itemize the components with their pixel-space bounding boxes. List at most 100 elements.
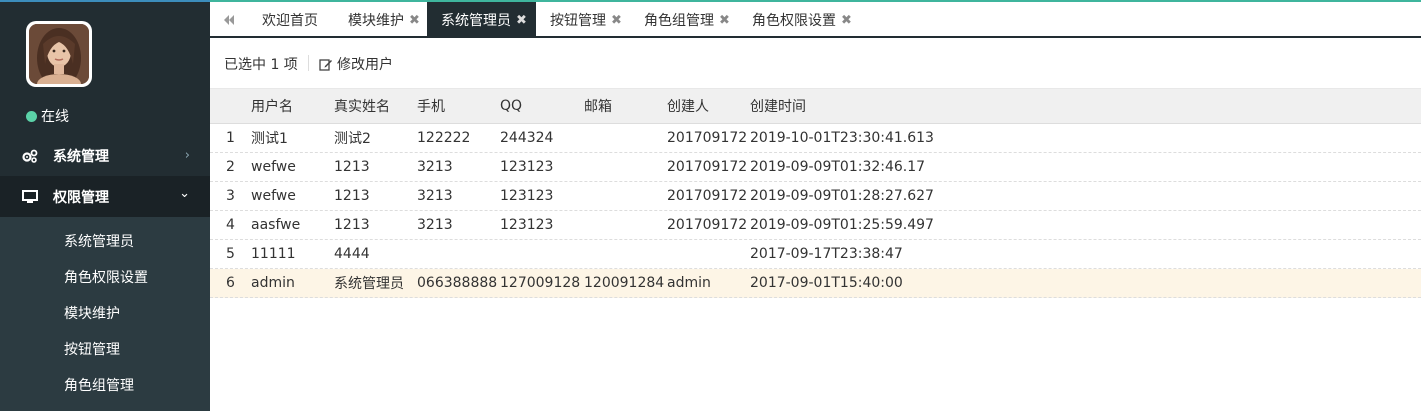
username-cell: wefwe	[251, 188, 296, 204]
tab-label: 模块维护	[348, 13, 404, 29]
creator-cell	[667, 240, 747, 268]
realname-cell: 1213	[334, 188, 370, 204]
created-time-cell: 2019-09-09T01:28:27.627	[750, 188, 934, 204]
phone-cell: 3213	[417, 188, 453, 204]
table-row[interactable]: 4 aasfwe 1213 3213 123123 20170917232019-09-0…	[210, 211, 1421, 240]
header-qq[interactable]: QQ	[500, 89, 580, 123]
phone-cell: 122222	[417, 130, 471, 146]
email-cell	[584, 153, 664, 181]
qq-cell	[500, 240, 580, 268]
table-row[interactable]: 1 测试1 测试2 122222 244324 20170917232019-10-01T…	[210, 124, 1421, 153]
submenu-item-role-group[interactable]: 角色组管理	[64, 375, 134, 395]
username-cell: aasfwe	[251, 217, 301, 233]
header-realname[interactable]: 真实姓名	[334, 89, 414, 123]
tab-system-admin[interactable]: 系统管理员 ✖	[427, 2, 536, 38]
username-cell: 测试1	[251, 131, 288, 147]
edit-icon	[319, 58, 332, 71]
qq-cell: 123123	[500, 159, 554, 175]
tab-label: 角色权限设置	[752, 13, 836, 29]
online-status-label: 在线	[41, 109, 69, 125]
chevron-down-icon: ⌄	[179, 186, 190, 201]
created-time-cell: 2017-09-17T23:38:47	[750, 246, 903, 262]
realname-cell: 4444	[334, 246, 370, 262]
users-table: 用户名 真实姓名 手机 QQ 邮箱 创建人 创建时间 1 测试1 测试2 122222…	[210, 89, 1421, 298]
username-cell: wefwe	[251, 159, 296, 175]
table-row[interactable]: 5 11111 4444 2017-09-17T23:38:47	[210, 240, 1421, 269]
sidebar: 在线 系统管理 › 权限管理 ⌄ 系统管理员 角色权限设置 模块维护 按钮管理 …	[0, 0, 210, 411]
submenu-item-system-admin[interactable]: 系统管理员	[64, 231, 134, 251]
qq-cell: 244324	[500, 130, 554, 146]
selection-count: 已选中 1 项	[224, 57, 298, 73]
user-portrait-icon	[29, 24, 89, 84]
email-cell	[584, 240, 664, 268]
avatar[interactable]	[26, 21, 92, 87]
creator-cell: 2017091723	[667, 130, 747, 146]
close-icon[interactable]: ✖	[841, 13, 852, 28]
nav-permission-management[interactable]: 权限管理 ⌄	[0, 176, 210, 217]
created-time-cell: 2019-09-09T01:25:59.497	[750, 217, 934, 233]
username-cell: 11111	[251, 246, 296, 262]
username-cell: admin	[251, 275, 295, 291]
phone-cell: 0663888888	[417, 275, 497, 291]
tab-role-group[interactable]: 角色组管理 ✖	[634, 2, 736, 38]
row-index: 5	[226, 246, 235, 262]
table-row[interactable]: 3 wefwe 1213 3213 123123 20170917232019-09-09…	[210, 182, 1421, 211]
table-header: 用户名 真实姓名 手机 QQ 邮箱 创建人 创建时间	[210, 89, 1421, 124]
row-index: 1	[226, 130, 235, 146]
tab-welcome[interactable]: 欢迎首页	[251, 2, 333, 38]
nav-system-management-label: 系统管理	[53, 148, 109, 165]
created-time-cell: 2019-10-01T23:30:41.613	[750, 130, 934, 146]
close-icon[interactable]: ✖	[611, 13, 622, 28]
table-row[interactable]: 2 wefwe 1213 3213 123123 20170917232019-09-09…	[210, 153, 1421, 182]
close-icon[interactable]: ✖	[516, 13, 527, 28]
created-time-cell: 2017-09-01T15:40:00	[750, 275, 903, 291]
created-time-cell: 2019-09-09T01:32:46.17	[750, 159, 926, 175]
permission-submenu: 系统管理员 角色权限设置 模块维护 按钮管理 角色组管理	[0, 217, 210, 411]
header-creator[interactable]: 创建人	[667, 89, 747, 123]
creator-cell: 2017091723	[667, 188, 747, 204]
chevron-right-icon: ›	[184, 148, 190, 163]
email-cell	[584, 124, 664, 152]
tab-bar: 欢迎首页 模块维护 ✖ 系统管理员 ✖ 按钮管理 ✖ 角色组管理 ✖ 角色权限设…	[210, 0, 1421, 38]
tab-label: 系统管理员	[441, 13, 511, 29]
qq-cell: 123123	[500, 217, 554, 233]
close-icon[interactable]: ✖	[409, 13, 420, 28]
toolbar-divider	[308, 55, 309, 71]
table-row[interactable]: 6 admin 系统管理员 06638888881270091284120091284…	[210, 269, 1421, 298]
tab-button-management[interactable]: 按钮管理 ✖	[540, 2, 632, 38]
header-created-time[interactable]: 创建时间	[750, 89, 1000, 123]
close-icon[interactable]: ✖	[719, 13, 730, 28]
user-photo	[29, 24, 89, 84]
tab-role-permission[interactable]: 角色权限设置 ✖	[742, 2, 862, 38]
header-phone[interactable]: 手机	[417, 89, 497, 123]
tab-scroll-left-button[interactable]	[210, 2, 248, 38]
email-cell	[584, 182, 664, 210]
row-index: 6	[226, 275, 235, 291]
tab-module-maintenance[interactable]: 模块维护 ✖	[337, 2, 429, 38]
row-index: 4	[226, 217, 235, 233]
realname-cell: 测试2	[334, 131, 371, 147]
email-cell	[584, 211, 664, 239]
phone-cell: 3213	[417, 159, 453, 175]
submenu-item-module-maintenance[interactable]: 模块维护	[64, 303, 120, 323]
submenu-item-button-management[interactable]: 按钮管理	[64, 339, 120, 359]
header-email[interactable]: 邮箱	[584, 89, 664, 123]
realname-cell: 1213	[334, 159, 370, 175]
online-dot-icon	[26, 110, 37, 122]
monitor-icon	[20, 189, 40, 204]
creator-cell: 2017091723	[667, 159, 747, 175]
nav-system-management[interactable]: 系统管理 ›	[0, 135, 210, 176]
header-username[interactable]: 用户名	[251, 89, 331, 123]
creator-cell: admin	[667, 275, 711, 291]
nav-permission-management-label: 权限管理	[53, 189, 109, 206]
phone-cell: 3213	[417, 217, 453, 233]
gears-icon	[20, 149, 40, 163]
submenu-item-role-permission[interactable]: 角色权限设置	[64, 267, 148, 287]
edit-user-label: 修改用户	[337, 57, 393, 73]
edit-user-button[interactable]: 修改用户	[319, 54, 393, 74]
tab-label: 按钮管理	[550, 13, 606, 29]
qq-cell: 1270091284	[500, 275, 580, 291]
tab-label: 欢迎首页	[262, 13, 318, 29]
phone-cell	[417, 240, 497, 268]
toolbar: 已选中 1 项 修改用户	[210, 38, 1421, 89]
